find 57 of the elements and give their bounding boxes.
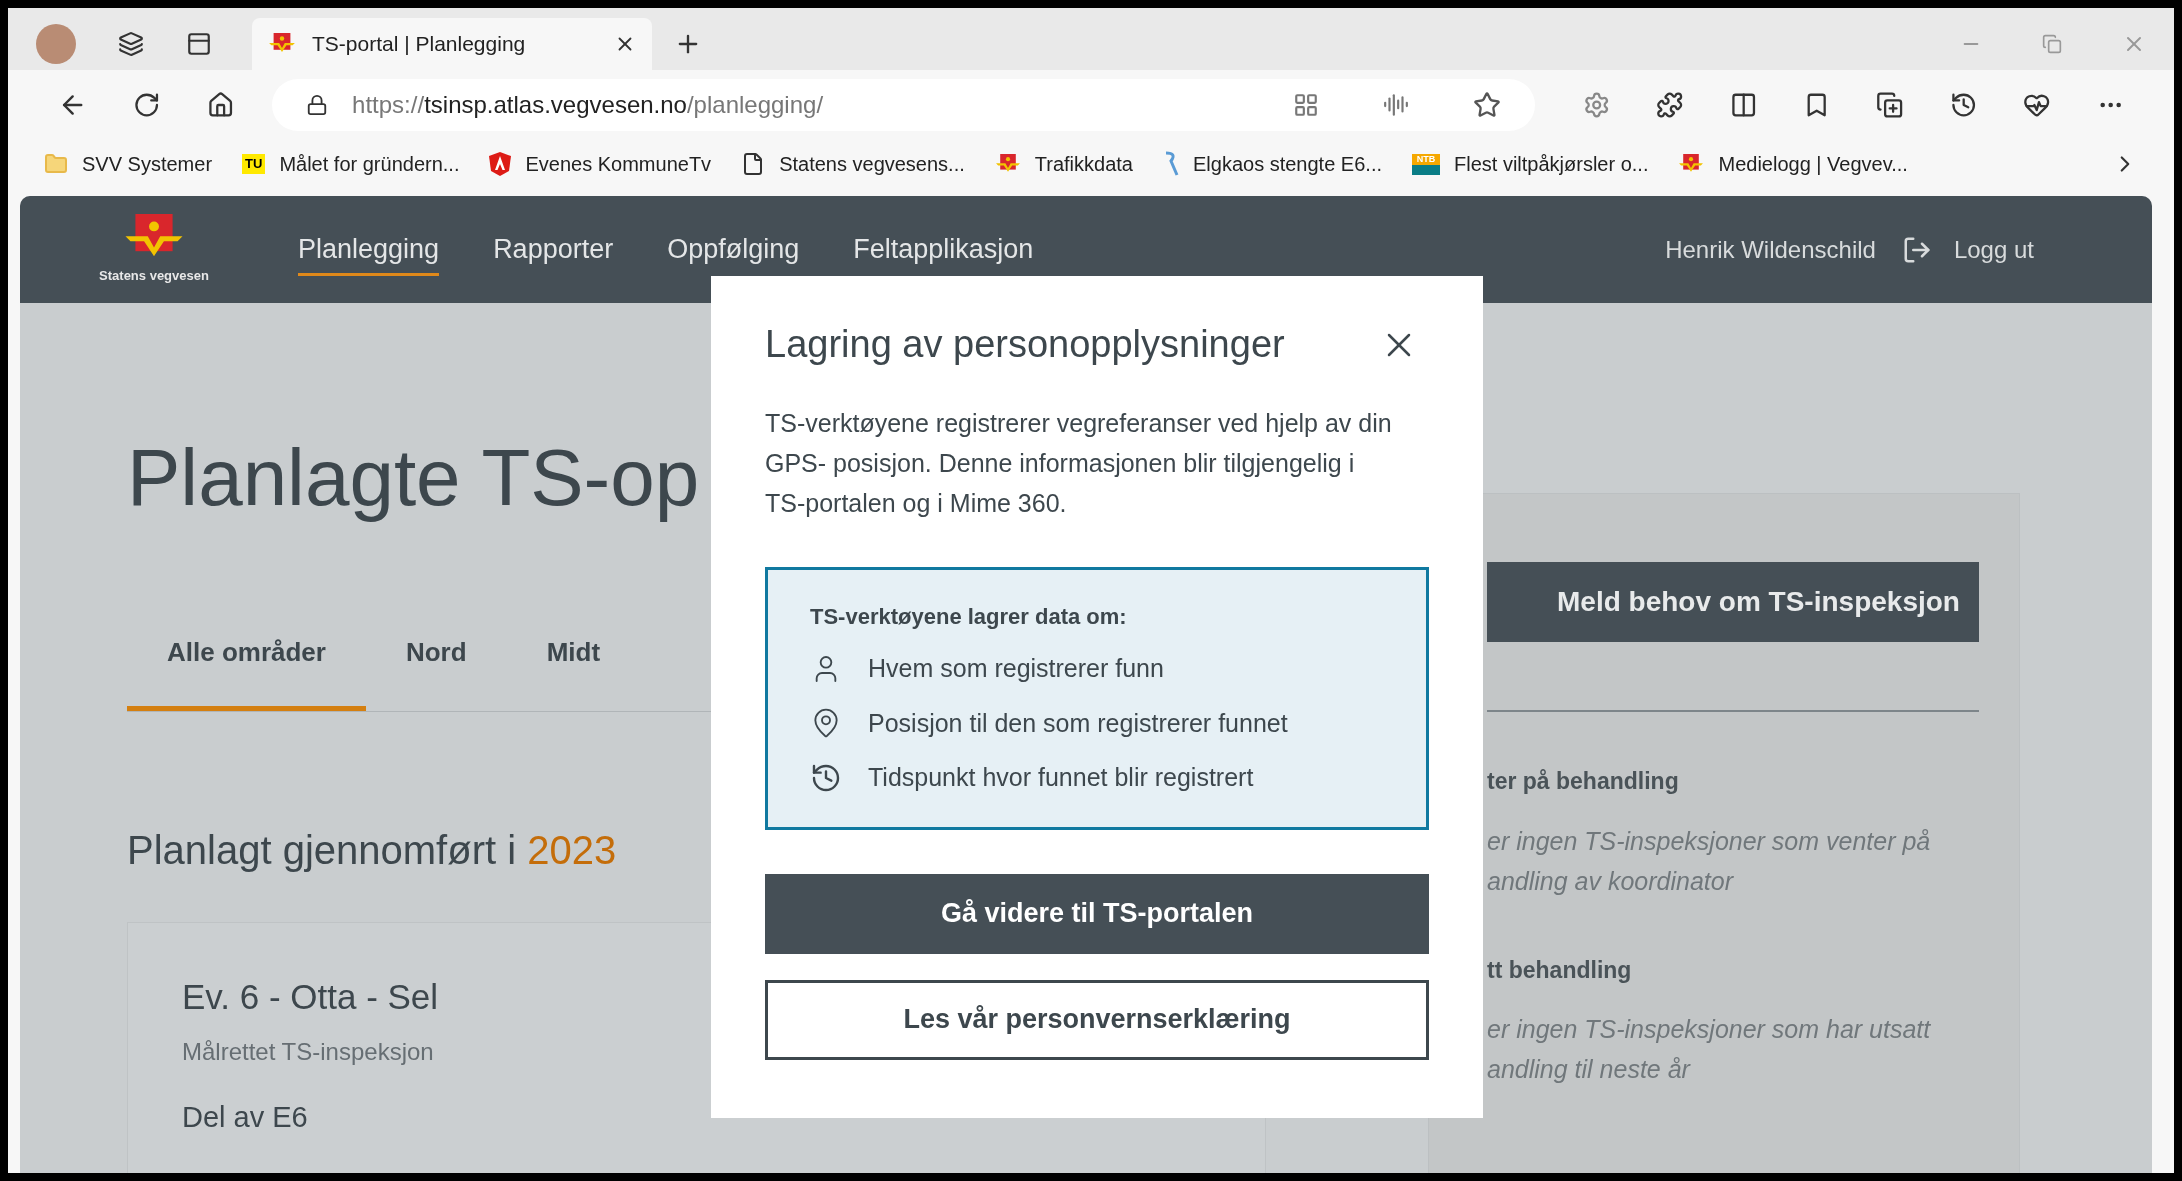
tu-logo-icon: TU <box>242 154 266 174</box>
bookmark-item[interactable]: Statens vegvesens... <box>741 149 965 179</box>
home-icon[interactable] <box>206 91 235 119</box>
region-tab[interactable]: Midt <box>506 633 641 711</box>
page-heading: Planlagte TS-op <box>127 433 700 523</box>
favorite-star-icon[interactable] <box>1472 91 1501 119</box>
split-screen-icon[interactable] <box>1729 91 1758 119</box>
nav-link[interactable]: Rapporter <box>493 222 614 277</box>
info-heading: TS-verktøyene lagrer data om: <box>810 603 1128 631</box>
collections-icon[interactable] <box>1876 91 1904 119</box>
section-heading: Planlagt gjennomført i 2023 <box>127 827 618 874</box>
nav-link[interactable]: Feltapplikasjon <box>853 222 1034 277</box>
continue-button[interactable]: Gå videre til TS-portalen <box>765 873 1429 954</box>
region-tab[interactable]: Alle områder <box>127 633 366 711</box>
tab-title: TS-portal | Planlegging <box>312 31 527 58</box>
empty-state-text: er ingen TS-inspeksjoner som venter på andling av koordinator <box>1487 825 1932 897</box>
card-title: Ev. 6 - Otta - Sel <box>182 976 439 1018</box>
address-bar[interactable]: https://tsinsp.atlas.vegvesen.no/planlegging/ <box>272 79 1535 131</box>
workspaces-icon[interactable] <box>118 31 144 57</box>
read-aloud-icon[interactable] <box>1382 92 1409 118</box>
reload-icon[interactable] <box>133 91 161 119</box>
shield-logo-icon <box>489 152 512 176</box>
nav-link[interactable]: Oppfølging <box>667 222 800 277</box>
bookmark-item[interactable]: Medielogg | Vegvev... <box>1678 149 1908 179</box>
extensions-icon[interactable] <box>1656 91 1684 119</box>
region-tab[interactable]: Nord <box>365 633 507 711</box>
section-title: ter på behandling <box>1487 767 1680 796</box>
card-detail: Del av E6 <box>182 1099 308 1135</box>
section-title: tt behandling <box>1487 955 1633 985</box>
nav-link[interactable]: Planlegging <box>298 222 440 277</box>
bookmark-item[interactable]: Trafikkdata <box>994 149 1133 179</box>
bookmark-item[interactable]: NTB Flest viltpåkjørsler o... <box>1412 149 1649 179</box>
info-item-text: Hvem som registrerer funn <box>868 653 1164 684</box>
info-item-text: Tidspunkt hvor funnet blir registrert <box>868 762 1254 793</box>
lock-icon <box>306 94 329 116</box>
empty-state-text: er ingen TS-inspeksjoner som har utsatt andling til neste år <box>1487 1014 1932 1085</box>
logo-text: Statens vegvesen <box>99 266 209 285</box>
app-grid-icon[interactable] <box>1292 92 1319 118</box>
report-need-button[interactable]: Meld behov om TS-inspeksjon <box>1487 562 1979 642</box>
logout-link[interactable]: Logg ut <box>1901 231 2034 268</box>
bookmark-item[interactable]: TU Målet for gründern... <box>242 149 460 179</box>
bookmark-item[interactable]: Elgkaos stengte E6... <box>1163 149 1382 179</box>
history-icon[interactable] <box>1949 91 1978 119</box>
privacy-policy-button[interactable]: Les vår personvernserklæring <box>765 979 1429 1060</box>
settings-icon[interactable] <box>1582 91 1611 119</box>
dialog-text: TS-verktøyene registrerer vegreferanser ved hjelp av din GPS- posisjon. Denne informasjonen blir tilgjengelig i TS-portalen og i Mime 360. <box>765 408 1393 519</box>
browser-tab[interactable]: TS-portal | Planlegging <box>252 18 652 70</box>
user-name: Henrik Wildenschild <box>1665 234 1876 265</box>
bookmark-item[interactable]: SVV Systemer <box>44 149 213 179</box>
curved-stroke-icon <box>1163 151 1179 177</box>
card-subtitle: Målrettet TS-inspeksjon <box>182 1036 434 1067</box>
folder-icon <box>44 152 68 176</box>
info-item-text: Posisjon til den som registrerer funnet <box>868 707 1288 739</box>
bookmark-item[interactable]: Evenes KommuneTv <box>489 149 712 179</box>
tab-actions-icon[interactable] <box>186 31 212 57</box>
url-text: https://tsinsp.atlas.vegvesen.no/planlegging/ <box>352 90 825 120</box>
dialog-title: Lagring av personopplysninger <box>765 322 1285 367</box>
